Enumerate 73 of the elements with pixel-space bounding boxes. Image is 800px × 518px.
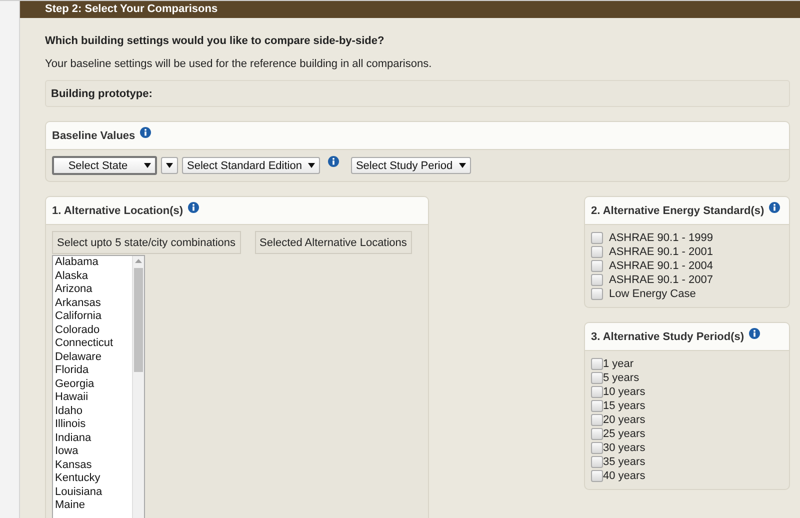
- note-text: Your baseline settings will be used for the reference building in all comparisons.: [45, 58, 433, 70]
- question-text: Which building settings would you like to compare side-by-side?: [45, 35, 386, 47]
- scrollbar[interactable]: [132, 256, 144, 518]
- list-option[interactable]: Colorado: [55, 324, 132, 337]
- checkbox-label: 10 years: [603, 386, 646, 398]
- checkbox[interactable]: [591, 400, 603, 412]
- list-option[interactable]: Delaware: [55, 350, 132, 364]
- list-option[interactable]: Hawaii: [55, 391, 132, 404]
- checkbox-label: ASHRAE 90.1 - 2001: [609, 246, 713, 258]
- list-option[interactable]: Alaska: [55, 270, 132, 283]
- list-option[interactable]: Kansas: [55, 458, 132, 472]
- caret-icon: [308, 163, 315, 168]
- panel-title: 3. Alternative Study Period(s): [591, 330, 744, 342]
- list-option[interactable]: Alabama: [55, 256, 132, 270]
- checkbox[interactable]: [591, 246, 603, 258]
- checkbox[interactable]: [591, 456, 603, 468]
- step-header: Step 2: Select Your Comparisons: [20, 1, 800, 18]
- checkbox[interactable]: [591, 372, 603, 384]
- list-option[interactable]: Arkansas: [55, 296, 132, 310]
- state-listbox[interactable]: Alabama Alaska Arizona Arkansas California Colorado Connecticut Delaware Florida Georgia Hawaii Idaho Illinois Indiana Iowa Kansas Kentucky Louisiana Maine: [52, 255, 145, 518]
- checkbox-label: ASHRAE 90.1 - 2007: [609, 274, 713, 286]
- list-option[interactable]: Florida: [55, 364, 132, 378]
- list-option[interactable]: Louisiana: [55, 486, 132, 499]
- checkbox-label: Low Energy Case: [609, 288, 696, 300]
- checkbox[interactable]: [591, 232, 603, 244]
- select-dropdown[interactable]: [161, 157, 178, 174]
- checkbox[interactable]: [591, 414, 603, 426]
- checkbox[interactable]: [591, 260, 603, 272]
- select-dropdown[interactable]: Select Standard Edition: [182, 157, 320, 174]
- caret-icon: [458, 163, 466, 168]
- caret-icon: [144, 163, 151, 168]
- select-dropdown[interactable]: Select State: [52, 156, 157, 175]
- list-option[interactable]: Georgia: [55, 378, 132, 391]
- list-option[interactable]: California: [55, 310, 132, 324]
- checkbox-label: 25 years: [603, 428, 646, 440]
- panel-title: Baseline Values: [52, 130, 136, 142]
- checkbox[interactable]: [591, 358, 603, 370]
- info-icon[interactable]: [328, 156, 339, 167]
- prototype-label: Building prototype:: [51, 88, 152, 100]
- list-option[interactable]: Kentucky: [55, 472, 132, 486]
- tab-button[interactable]: Select upto 5 state/city combinations: [52, 231, 241, 254]
- checkbox-label: ASHRAE 90.1 - 1999: [609, 232, 713, 244]
- list-option[interactable]: Illinois: [55, 418, 132, 432]
- tab-button[interactable]: Selected Alternative Locations: [254, 231, 412, 254]
- checkbox-label: 40 years: [603, 470, 646, 482]
- checkbox-label: 30 years: [603, 442, 646, 454]
- panel-title: 1. Alternative Location(s): [52, 204, 184, 216]
- checkbox-label: 5 years: [603, 372, 640, 384]
- checkbox[interactable]: [591, 288, 603, 300]
- list-option[interactable]: Indiana: [55, 432, 132, 445]
- list-option[interactable]: Maine: [55, 499, 132, 512]
- checkbox-label: 20 years: [603, 414, 646, 426]
- checkbox-label: 1 year: [603, 358, 634, 370]
- scroll-up-icon[interactable]: [135, 259, 142, 263]
- checkbox-label: 35 years: [603, 456, 646, 468]
- checkbox-label: 15 years: [603, 400, 646, 412]
- checkbox[interactable]: [591, 470, 603, 482]
- info-icon[interactable]: [769, 202, 780, 213]
- checkbox-label: ASHRAE 90.1 - 2004: [609, 260, 713, 272]
- list-option[interactable]: Arizona: [55, 283, 132, 296]
- list-option[interactable]: Iowa: [55, 445, 132, 458]
- select-dropdown[interactable]: Select Study Period: [350, 157, 471, 174]
- checkbox[interactable]: [591, 274, 603, 286]
- panel-title: 2. Alternative Energy Standard(s): [591, 204, 764, 216]
- info-icon[interactable]: [749, 328, 760, 339]
- info-icon[interactable]: [188, 202, 200, 213]
- list-option[interactable]: Idaho: [55, 404, 132, 418]
- caret-icon: [166, 163, 173, 168]
- checkbox[interactable]: [591, 428, 603, 440]
- list-option[interactable]: Connecticut: [55, 337, 132, 350]
- checkbox[interactable]: [591, 442, 603, 454]
- info-icon[interactable]: [140, 127, 152, 138]
- checkbox[interactable]: [591, 386, 603, 398]
